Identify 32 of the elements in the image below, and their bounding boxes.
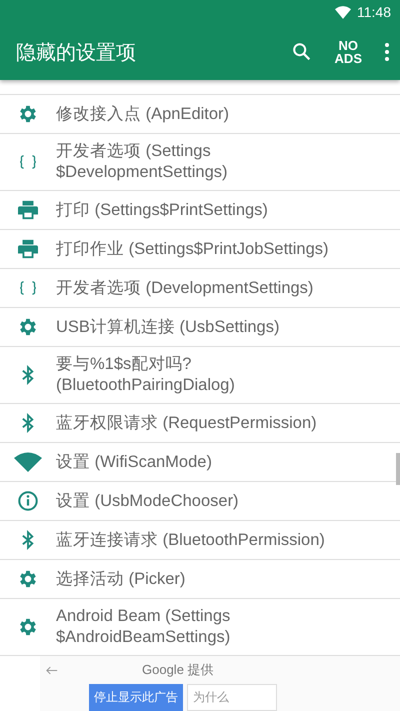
app-title: 隐藏的设置项 bbox=[16, 40, 137, 66]
setting-item[interactable]: 设置 (WifiScanMode) bbox=[56, 444, 212, 480]
clock-time: 11:48 bbox=[357, 4, 391, 20]
setting-item[interactable]: USB计算机连接 (UsbSettings) bbox=[56, 310, 280, 344]
stop-ad-button[interactable]: 停止显示此广告 bbox=[89, 684, 183, 711]
braces-icon bbox=[19, 281, 37, 295]
printer-icon bbox=[17, 200, 39, 220]
scrollbar bbox=[396, 453, 400, 485]
bluetooth-icon bbox=[22, 530, 34, 550]
more-options-icon[interactable] bbox=[384, 42, 390, 62]
setting-item[interactable]: 要与%1$s配对吗? (BluetoothPairingDialog) bbox=[56, 347, 235, 403]
setting-item[interactable]: 选择活动 (Picker) bbox=[56, 562, 186, 596]
setting-item[interactable]: 蓝牙权限请求 (RequestPermission) bbox=[56, 406, 317, 440]
wifi-signal-icon bbox=[335, 6, 351, 18]
setting-item[interactable]: 蓝牙连接请求 (BluetoothPermission) bbox=[56, 522, 325, 558]
setting-item[interactable]: 打印作业 (Settings$PrintJobSettings) bbox=[56, 232, 329, 266]
braces-icon bbox=[19, 155, 37, 169]
ad-provider-text: Google 提供 bbox=[142, 661, 214, 679]
bluetooth-icon bbox=[22, 365, 34, 385]
setting-item[interactable]: 设置 (UsbModeChooser) bbox=[56, 484, 239, 518]
printer-icon bbox=[17, 239, 39, 259]
no-ads-button[interactable]: NO ADS bbox=[334, 39, 362, 65]
setting-item[interactable]: Android Beam (Settings $AndroidBeamSettings) bbox=[56, 599, 230, 655]
setting-item[interactable]: 开发者选项 (DevelopmentSettings) bbox=[56, 270, 314, 306]
wifi-icon bbox=[14, 452, 42, 472]
info-icon bbox=[17, 490, 39, 512]
setting-item[interactable]: 修改接入点 (ApnEditor) bbox=[56, 96, 230, 132]
setting-item[interactable]: 打印 (Settings$PrintSettings) bbox=[56, 192, 268, 228]
search-icon[interactable] bbox=[290, 41, 313, 63]
bluetooth-icon bbox=[22, 413, 34, 433]
back-arrow-icon[interactable] bbox=[46, 666, 58, 674]
setting-item[interactable]: 开发者选项 (Settings $DevelopmentSettings) bbox=[56, 134, 228, 190]
